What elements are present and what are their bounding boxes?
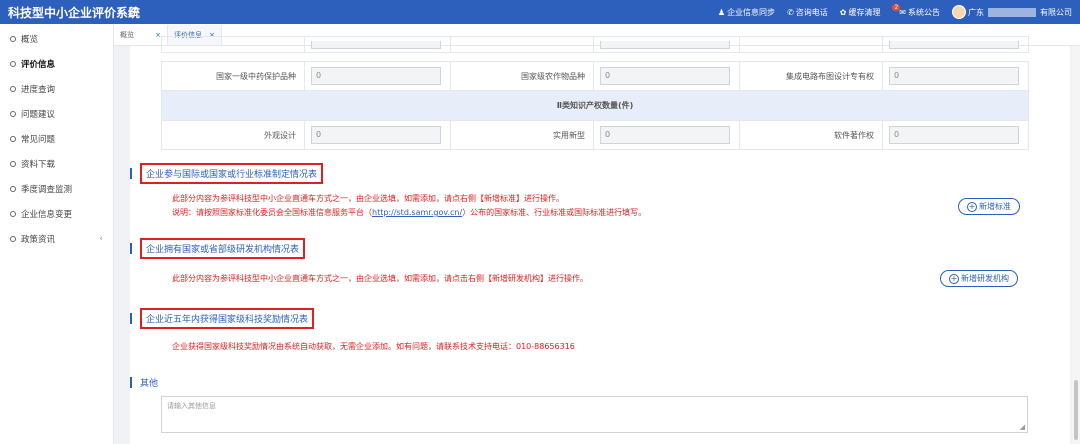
notice-icon: ✉ bbox=[899, 7, 906, 17]
scrollbar-thumb[interactable] bbox=[1074, 380, 1078, 440]
sidebar-item-overview[interactable]: 概览 bbox=[0, 26, 113, 51]
other-section-header: 其他 bbox=[130, 371, 158, 393]
crop-variety-input[interactable]: 0 bbox=[600, 67, 730, 85]
field-label: 外观设计 bbox=[161, 120, 305, 150]
menu-toggle-icon[interactable]: ☰ bbox=[128, 5, 139, 19]
standards-note: 此部分内容为参评科技型中小企业直通车方式之一，由企业选填，如需添加，请点右侧【新… bbox=[172, 194, 647, 217]
sync-company-button[interactable]: ♟ 企业信息同步 bbox=[718, 7, 775, 18]
sidebar-item-policy-news[interactable]: 政策资讯 ‹ bbox=[0, 226, 113, 251]
add-standard-button[interactable]: + 新增标准 bbox=[958, 198, 1020, 215]
main-content: 国家一级中药保护品种 0 国家级农作物品种 0 集成电路布图设计专有权 0 Ⅱ类… bbox=[130, 36, 1070, 444]
sidebar-item-quarterly-survey[interactable]: 季度调查监测 bbox=[0, 176, 113, 201]
std-platform-link[interactable]: http://std.samr.gov.cn/ bbox=[372, 208, 462, 217]
circle-icon bbox=[10, 160, 16, 167]
table-row: 外观设计 0 实用新型 0 软件著作权 0 bbox=[161, 120, 1029, 150]
awards-note: 企业获得国家级科技奖励情况由系统自动获取，无需企业添加。如有问题，请联系技术支持… bbox=[172, 342, 575, 351]
standards-section-header: 企业参与国际或国家或行业标准制定情况表 bbox=[130, 162, 324, 184]
other-section-title: 其他 bbox=[140, 378, 159, 389]
notification-badge: 2 bbox=[892, 3, 901, 11]
phone-icon: ✆ bbox=[787, 7, 794, 17]
sidebar-item-faq[interactable]: 常见问题 bbox=[0, 126, 113, 151]
tcm-variety-input[interactable]: 0 bbox=[311, 67, 441, 85]
circle-icon bbox=[10, 60, 16, 67]
circle-icon bbox=[10, 235, 16, 242]
field-label: 实用新型 bbox=[450, 120, 594, 150]
clear-cache-button[interactable]: ✿ 缓存清理 bbox=[840, 7, 881, 18]
awards-section-title: 企业近五年内获得国家级科技奖励情况表 bbox=[140, 307, 315, 329]
circle-icon bbox=[10, 110, 16, 117]
company-name-redacted bbox=[988, 7, 1036, 17]
table-section-header: Ⅱ类知识产权数量(件) bbox=[161, 90, 1029, 121]
sidebar-item-feedback[interactable]: 问题建议 bbox=[0, 101, 113, 126]
plus-icon: + bbox=[949, 273, 959, 284]
standards-section-title: 企业参与国际或国家或行业标准制定情况表 bbox=[140, 162, 324, 184]
chevron-left-icon: ‹ bbox=[99, 233, 103, 244]
resize-handle-icon[interactable]: ◢ bbox=[1020, 423, 1025, 431]
circle-icon bbox=[10, 85, 16, 92]
sidebar-item-evaluation-info[interactable]: 评价信息 bbox=[0, 51, 113, 76]
ip-table-partial bbox=[161, 36, 1029, 53]
ip-table: 国家一级中药保护品种 0 国家级农作物品种 0 集成电路布图设计专有权 0 Ⅱ类… bbox=[161, 61, 1029, 150]
ic-layout-input[interactable]: 0 bbox=[889, 67, 1019, 85]
rd-note: 此部分内容为参评科技型中小企业直通车方式之一，由企业选填，如需添加，请点击右侧【… bbox=[172, 274, 588, 283]
field-label: 集成电路布图设计专有权 bbox=[739, 61, 883, 91]
sidebar: 概览 评价信息 进度查询 问题建议 常见问题 资料下载 季度调查监测 企业信息变… bbox=[0, 24, 114, 444]
user-icon: ♟ bbox=[717, 7, 726, 17]
field-label: 国家一级中药保护品种 bbox=[161, 61, 305, 91]
add-rd-institution-button[interactable]: + 新增研发机构 bbox=[940, 270, 1018, 287]
user-menu[interactable]: 广东 有限公司 bbox=[952, 5, 1072, 19]
rd-section-title: 企业拥有国家或省部级研发机构情况表 bbox=[140, 237, 306, 259]
plus-icon: + bbox=[967, 201, 977, 212]
design-patent-input[interactable]: 0 bbox=[311, 126, 441, 144]
hotline-button[interactable]: ✆ 咨询电话 bbox=[787, 7, 828, 18]
refresh-icon: ✿ bbox=[839, 7, 847, 17]
avatar bbox=[952, 5, 966, 19]
app-title: 科技型中小企业评价系统 bbox=[8, 5, 141, 20]
circle-icon bbox=[10, 35, 16, 42]
field-label: 国家级农作物品种 bbox=[450, 61, 594, 91]
sidebar-item-company-change[interactable]: 企业信息变更 bbox=[0, 201, 113, 226]
tab-overview[interactable]: 概览 × bbox=[114, 25, 168, 45]
other-info-textarea[interactable]: 请输入其他信息 ◢ bbox=[161, 396, 1028, 433]
top-bar: 科技型中小企业评价系统 ☰ ♟ 企业信息同步 ✆ 咨询电话 ✿ 缓存清理 2 ✉… bbox=[0, 0, 1080, 24]
header-actions: ♟ 企业信息同步 ✆ 咨询电话 ✿ 缓存清理 2 ✉ 系统公告 广东 有限公司 bbox=[718, 3, 1080, 19]
announcements-button[interactable]: 2 ✉ 系统公告 bbox=[892, 3, 940, 18]
circle-icon bbox=[10, 210, 16, 217]
awards-section-header: 企业近五年内获得国家级科技奖励情况表 bbox=[130, 307, 315, 329]
utility-model-input[interactable]: 0 bbox=[600, 126, 730, 144]
rd-section-header: 企业拥有国家或省部级研发机构情况表 bbox=[130, 237, 306, 259]
field-label: 软件著作权 bbox=[739, 120, 883, 150]
section-ii-title: Ⅱ类知识产权数量(件) bbox=[161, 90, 1029, 121]
circle-icon bbox=[10, 185, 16, 192]
software-copyright-input[interactable]: 0 bbox=[889, 126, 1019, 144]
circle-icon bbox=[10, 135, 16, 142]
table-row: 国家一级中药保护品种 0 国家级农作物品种 0 集成电路布图设计专有权 0 bbox=[161, 61, 1029, 91]
sidebar-item-downloads[interactable]: 资料下载 bbox=[0, 151, 113, 176]
sidebar-item-progress[interactable]: 进度查询 bbox=[0, 76, 113, 101]
